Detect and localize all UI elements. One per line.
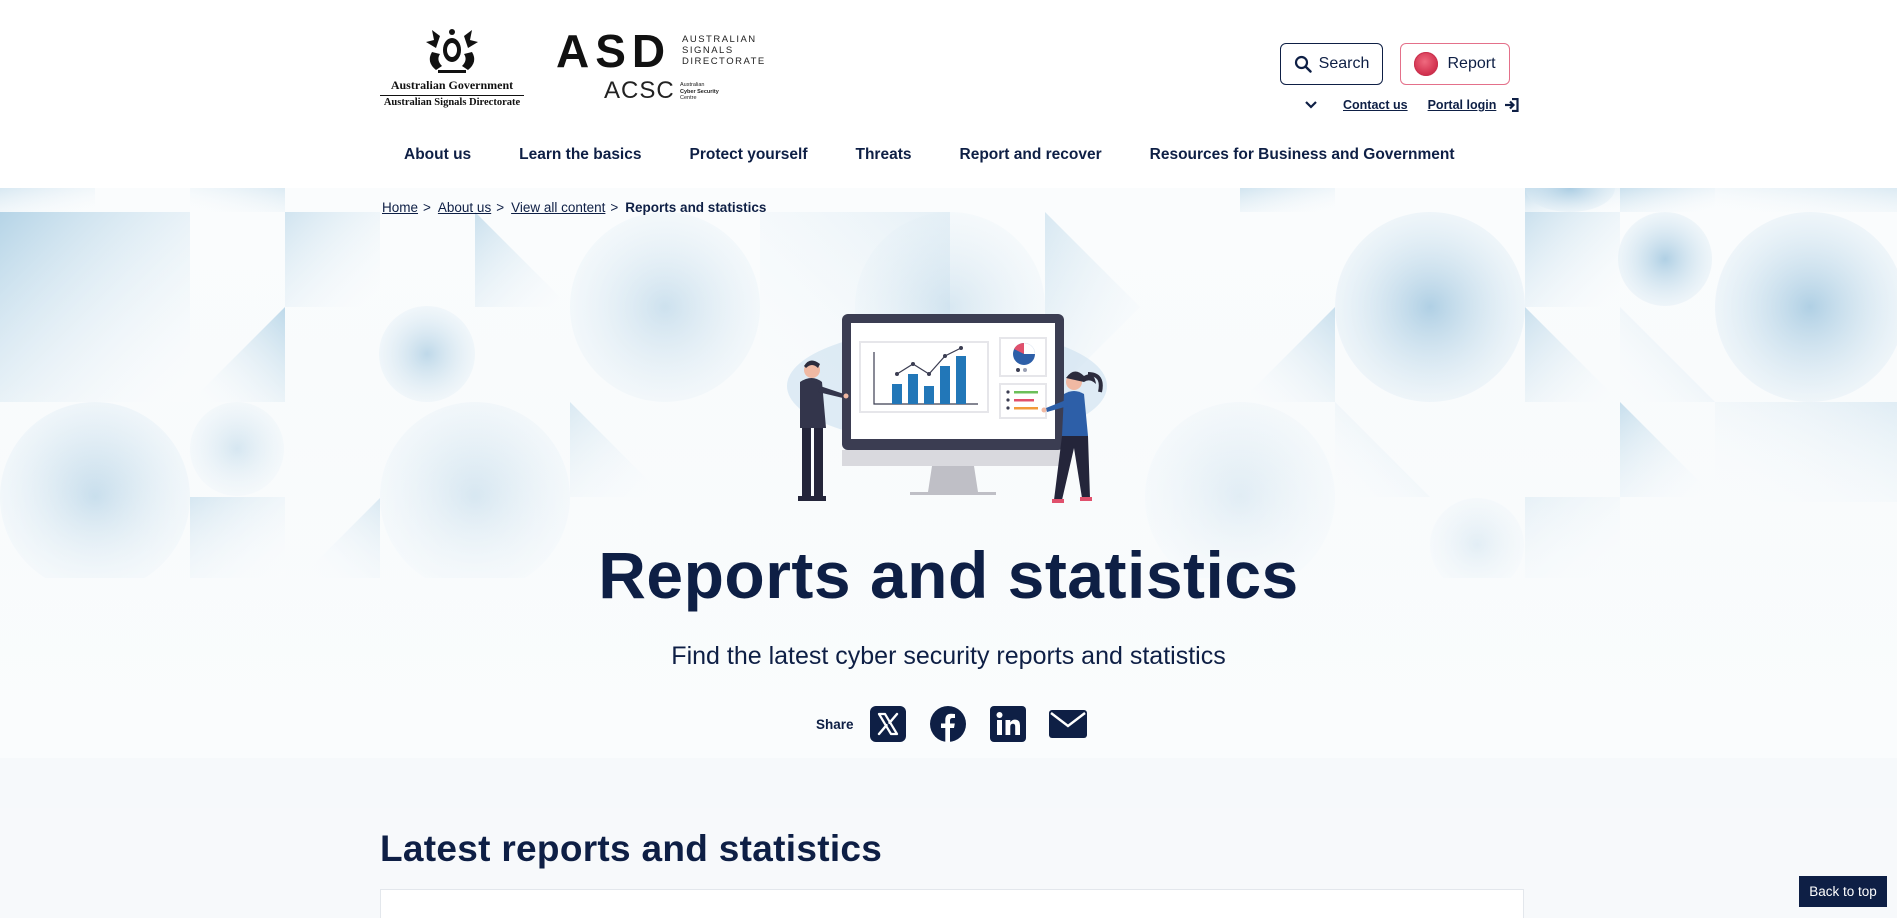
nav-threats[interactable]: Threats (832, 146, 936, 164)
breadcrumb-view-all-content[interactable]: View all content (511, 200, 605, 215)
coat-of-arms-icon (426, 29, 478, 73)
portal-login-link[interactable]: Portal login (1428, 98, 1497, 112)
acsc-subtitle: Australian Cyber Security Centre (680, 82, 719, 101)
asd-acsc-logo[interactable]: ASD AUSTRALIAN SIGNALS DIRECTORATE ACSC … (556, 26, 766, 108)
search-button[interactable]: Search (1280, 43, 1383, 85)
acsc-wordmark: ACSC (604, 77, 675, 104)
utility-links: Contact us Portal login (1300, 94, 1519, 116)
report-button[interactable]: Report (1400, 43, 1510, 85)
facebook-icon (929, 706, 966, 742)
back-to-top-button[interactable]: Back to top (1799, 876, 1887, 907)
breadcrumb-about-us[interactable]: About us (438, 200, 491, 215)
breadcrumb-separator: > (610, 200, 619, 215)
share-email-button[interactable] (1048, 705, 1087, 743)
portal-login-label: Portal login (1427, 98, 1497, 112)
nav-report-and-recover[interactable]: Report and recover (936, 146, 1126, 164)
x-icon (869, 706, 906, 742)
nav-about-us[interactable]: About us (380, 146, 495, 164)
reports-illustration (787, 314, 1107, 503)
email-icon (1048, 710, 1087, 738)
page-title: Reports and statistics (598, 538, 1299, 612)
contact-us-link[interactable]: Contact us (1343, 98, 1408, 112)
asd-letters: ASD (556, 25, 672, 77)
site-header: Australian Government Australian Signals… (0, 0, 1897, 188)
breadcrumb-home[interactable]: Home (382, 200, 418, 215)
nav-protect-yourself[interactable]: Protect yourself (665, 146, 831, 164)
section-title: Latest reports and statistics (380, 828, 883, 869)
gov-department: Australian Signals Directorate (383, 97, 521, 108)
share-linkedin-button[interactable] (989, 705, 1027, 743)
gov-name: Australian Government (380, 78, 524, 96)
report-label: Report (1447, 55, 1496, 72)
breadcrumb: Home > About us > View all content > Rep… (382, 200, 766, 215)
share-label: Share (816, 716, 854, 732)
main-navigation: About us Learn the basics Protect yourse… (380, 140, 1479, 170)
share-bar: Share (816, 704, 1109, 744)
australian-government-logo[interactable]: Australian Government Australian Signals… (380, 26, 524, 112)
nav-learn-the-basics[interactable]: Learn the basics (495, 146, 665, 164)
search-icon (1294, 55, 1312, 73)
share-x-button[interactable] (869, 705, 907, 743)
chevron-down-icon[interactable] (1300, 101, 1322, 109)
search-label: Search (1318, 55, 1370, 72)
page-subtitle: Find the latest cyber security reports a… (671, 642, 1226, 670)
breadcrumb-separator: > (423, 200, 431, 215)
linkedin-icon (989, 706, 1026, 742)
report-card[interactable] (380, 889, 1524, 918)
report-seal-icon (1414, 52, 1439, 76)
breadcrumb-separator: > (496, 200, 505, 215)
login-icon (1504, 98, 1519, 112)
asd-subtitle: AUSTRALIAN SIGNALS DIRECTORATE (682, 34, 766, 67)
nav-resources-business-government[interactable]: Resources for Business and Government (1126, 146, 1479, 164)
share-facebook-button[interactable] (929, 705, 967, 743)
breadcrumb-current: Reports and statistics (625, 200, 767, 215)
